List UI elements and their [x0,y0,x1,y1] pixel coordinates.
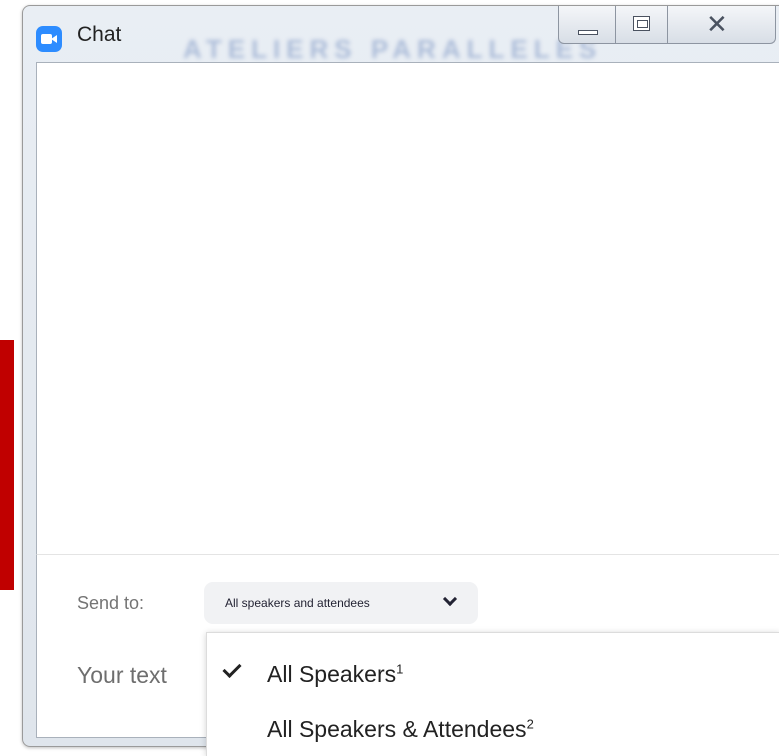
title-bar[interactable]: Chat ATELIERS PARALLELES ✕ [23,6,779,64]
window-controls: ✕ [558,6,779,46]
zoom-camera-icon [36,26,62,52]
menu-item-label: All Speakers & Attendees2 [267,716,534,742]
close-button[interactable]: ✕ [668,6,776,44]
chevron-down-icon [442,591,458,607]
minimize-button[interactable] [558,6,616,44]
maximize-icon [633,16,650,31]
send-to-value: All speakers and attendees [225,596,370,610]
window-title: Chat [77,23,122,46]
menu-item-all-speakers-attendees[interactable]: All Speakers & Attendees2 [207,705,779,755]
background-slide-title: ATELIERS PARALLELES [183,34,603,64]
background-slide-red-bar [0,340,14,590]
send-to-menu: All Speakers1 All Speakers & Attendees2 [206,632,779,756]
chat-messages-area[interactable] [36,62,779,556]
send-to-label: Send to: [77,593,145,613]
minimize-icon [578,30,598,35]
checkmark-icon [222,658,242,679]
menu-item-label: All Speakers1 [267,661,404,687]
send-to-dropdown[interactable]: All speakers and attendees [204,582,478,624]
message-input[interactable]: Your text [77,662,167,689]
close-icon: ✕ [706,9,728,39]
menu-item-all-speakers[interactable]: All Speakers1 [207,650,779,700]
maximize-button[interactable] [616,6,668,44]
